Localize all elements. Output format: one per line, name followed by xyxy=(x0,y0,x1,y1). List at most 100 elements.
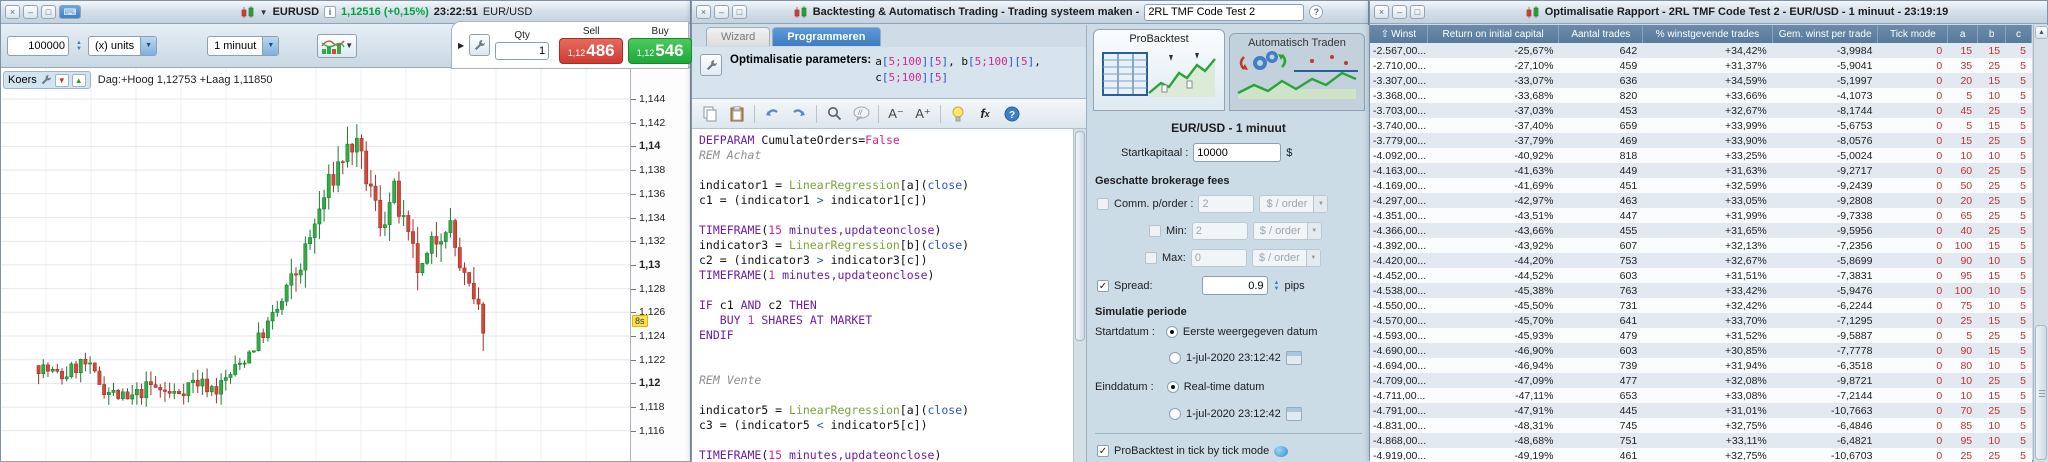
table-row[interactable]: -4.420,00... -44,20% 753 +32,67% -5,8699 0 90 1… xyxy=(1370,253,2032,268)
table-row[interactable]: -4.593,00... -45,93% 479 +31,52% -9,5887 0 5 25… xyxy=(1370,328,2032,343)
speech-bubble-icon[interactable] xyxy=(1274,445,1289,457)
minimize-icon[interactable]: – xyxy=(23,5,38,19)
column-header-return-on-initial-capital[interactable]: Return on initial capital xyxy=(1428,25,1560,43)
table-row[interactable]: -4.297,00... -42,97% 463 +33,05% -9,2808 0 20 2… xyxy=(1370,193,2032,208)
table-row[interactable]: -4.550,00... -45,50% 731 +32,42% -6,2244 0 75 1… xyxy=(1370,298,2032,313)
units-select[interactable]: (x) units ▼ xyxy=(87,35,158,56)
sell-arrow-icon[interactable]: ▼ xyxy=(54,73,69,87)
column-header-b[interactable]: b xyxy=(1978,25,2007,43)
copy-button[interactable] xyxy=(700,103,720,125)
max-unit-select[interactable]: $ / order ▼ xyxy=(1251,249,1321,267)
table-row[interactable]: -2.710,00... -27,10% 459 +31,37% -5,9041 0 35 2… xyxy=(1370,58,2032,73)
table-row[interactable]: -4.366,00... -43,66% 455 +31,65% -9,5956 0 40 2… xyxy=(1370,223,2032,238)
startdate-first-radio[interactable] xyxy=(1165,326,1178,338)
calendar-icon[interactable] xyxy=(1285,351,1302,365)
table-row[interactable]: -4.351,00... -43,51% 447 +31,99% -9,7338 0 65 2… xyxy=(1370,208,2032,223)
info-icon[interactable]: i xyxy=(324,6,337,18)
table-row[interactable]: -4.092,00... -40,92% 818 +33,25% -5,0024 0 10 1… xyxy=(1370,148,2032,163)
table-row[interactable]: -3.703,00... -37,03% 453 +32,67% -8,1744 0 45 2… xyxy=(1370,103,2032,118)
table-row[interactable]: -4.169,00... -41,69% 451 +32,59% -9,2439 0 50 2… xyxy=(1370,178,2032,193)
calendar-icon[interactable] xyxy=(1285,407,1302,421)
function-list-button[interactable]: fx xyxy=(975,103,995,125)
maximize-icon[interactable]: □ xyxy=(41,5,56,19)
qty-input[interactable] xyxy=(495,42,550,60)
table-row[interactable]: -4.831,00... -48,31% 745 +32,75% -6,4846 0 85 1… xyxy=(1370,418,2032,433)
tab-programmeren[interactable]: Programmeren xyxy=(772,27,881,46)
maximize-icon[interactable]: □ xyxy=(1410,5,1425,19)
close-icon[interactable]: × xyxy=(5,5,20,19)
code-scrollbar[interactable] xyxy=(1073,129,1086,462)
column-header-tick-mode[interactable]: Tick mode xyxy=(1878,25,1949,43)
system-name-input[interactable] xyxy=(1144,3,1305,21)
column-header-c[interactable]: c xyxy=(2006,25,2032,43)
chart-type-button[interactable]: ▼ xyxy=(317,33,358,58)
report-scrollbar[interactable]: ▲ xyxy=(2033,25,2048,462)
column-header-aantal-trades[interactable]: Aantal trades xyxy=(1559,25,1644,43)
table-row[interactable]: -4.868,00... -48,68% 751 +33,11% -6,4821 0 95 1… xyxy=(1370,433,2032,448)
table-row[interactable]: -4.694,00... -46,94% 739 +31,94% -6,3518 0 80 1… xyxy=(1370,358,2032,373)
min-checkbox[interactable] xyxy=(1149,225,1161,237)
wrench-icon[interactable] xyxy=(40,74,52,86)
table-row[interactable]: -4.538,00... -45,38% 763 +33,42% -5,9476 0 100… xyxy=(1370,283,2032,298)
max-checkbox[interactable] xyxy=(1145,252,1157,264)
code-editor[interactable]: DEFPARAM CumulateOrders=False REM Achat i… xyxy=(692,129,1073,462)
startkapitaal-input[interactable] xyxy=(1193,143,1282,162)
chart-area[interactable]: 1,144 1,142 1,14 1,138 1,136 1,134 1,132 1,13 1,… xyxy=(1,68,690,461)
table-row[interactable]: -4.570,00... -45,70% 641 +33,70% -7,1295 0 25 1… xyxy=(1370,313,2032,328)
collapse-arrow-icon[interactable]: ▶ xyxy=(458,41,464,50)
table-row[interactable]: -4.690,00... -46,90% 603 +30,85% -7,7778 0 90 1… xyxy=(1370,343,2032,358)
min-unit-select[interactable]: $ / order ▼ xyxy=(1252,222,1322,240)
redo-button[interactable] xyxy=(789,103,809,125)
spread-stepper[interactable]: ▲ ▼ xyxy=(1274,280,1280,292)
price-axis[interactable]: 1,144 1,142 1,14 1,138 1,136 1,134 1,132 1,13 1,… xyxy=(630,68,690,461)
comment-button[interactable]: // xyxy=(851,103,871,125)
quantity-input[interactable] xyxy=(7,35,69,56)
instrument-symbol[interactable]: EURUSD xyxy=(273,6,319,18)
min-input[interactable] xyxy=(1191,222,1248,240)
commission-checkbox[interactable] xyxy=(1097,198,1109,210)
column-header--winstgevende-trades[interactable]: % winstgevende trades xyxy=(1643,25,1773,43)
column-header-gem-winst-per-trade[interactable]: Gem. winst per trade xyxy=(1773,25,1879,43)
tab-probacktest[interactable]: ProBacktest xyxy=(1093,29,1225,111)
sell-button[interactable]: 1,12 486 xyxy=(559,38,624,64)
table-row[interactable]: -3.368,00... -33,68% 820 +33,66% -4,1073 0 5 10… xyxy=(1370,88,2032,103)
buy-arrow-icon[interactable]: ▲ xyxy=(71,73,86,87)
table-row[interactable]: -4.791,00... -47,91% 445 +31,01% -10,7663 0 70… xyxy=(1370,403,2032,418)
enddate-custom-radio[interactable] xyxy=(1169,408,1181,420)
help-button[interactable]: ? xyxy=(1002,103,1022,125)
close-icon[interactable]: × xyxy=(696,5,711,19)
report-table-header[interactable]: ⇧ Winst Return on initial capital Aantal tr… xyxy=(1370,25,2032,43)
table-row[interactable]: -2.567,00... -25,67% 642 +34,42% -3,9984 0 15 1… xyxy=(1370,43,2032,58)
search-button[interactable] xyxy=(824,103,844,125)
startdate-custom-radio[interactable] xyxy=(1169,352,1181,364)
commission-input[interactable] xyxy=(1198,195,1255,213)
max-input[interactable] xyxy=(1190,249,1247,267)
chevron-down-icon[interactable]: ▼ xyxy=(260,8,268,17)
quantity-stepper[interactable]: ▲ ▼ xyxy=(76,40,82,52)
table-row[interactable]: -4.452,00... -44,52% 603 +31,51% -7,3831 0 95 1… xyxy=(1370,268,2032,283)
tab-wizard[interactable]: Wizard xyxy=(706,27,771,46)
scrollbar-thumb[interactable] xyxy=(2035,325,2047,460)
maximize-icon[interactable]: □ xyxy=(732,5,747,19)
table-row[interactable]: -4.163,00... -41,63% 449 +31,63% -9,2717 0 60 2… xyxy=(1370,163,2032,178)
table-row[interactable]: -4.711,00... -47,11% 653 +33,08% -7,2144 0 10 1… xyxy=(1370,388,2032,403)
tab-automatisch-traden[interactable]: Automatisch Traden xyxy=(1229,33,1365,111)
keyboard-icon[interactable]: ⌨ xyxy=(59,5,81,19)
params-settings-button[interactable] xyxy=(700,54,722,76)
minimize-icon[interactable]: – xyxy=(1392,5,1407,19)
tick-mode-checkbox[interactable]: ✓ xyxy=(1097,445,1109,457)
hint-button[interactable] xyxy=(948,103,968,125)
spread-checkbox[interactable]: ✓ xyxy=(1097,279,1109,292)
font-smaller-button[interactable]: A⁻ xyxy=(886,103,906,125)
buy-button[interactable]: 1,12 546 xyxy=(628,38,693,64)
close-icon[interactable]: × xyxy=(1374,5,1389,19)
spread-input[interactable] xyxy=(1201,276,1268,295)
table-row[interactable]: -4.919,00... -49,19% 461 +32,75% -10,6703 0 25… xyxy=(1370,448,2032,462)
column-header-winst[interactable]: ⇧ Winst xyxy=(1370,25,1428,43)
table-row[interactable]: -3.740,00... -37,40% 659 +33,99% -5,6753 0 5 15… xyxy=(1370,118,2032,133)
table-row[interactable]: -3.307,00... -33,07% 636 +34,59% -5,1997 0 20 1… xyxy=(1370,73,2032,88)
table-row[interactable]: -4.709,00... -47,09% 477 +32,08% -9,8721 0 10 2… xyxy=(1370,373,2032,388)
enddate-realtime-radio[interactable] xyxy=(1166,381,1179,393)
undo-button[interactable] xyxy=(762,103,782,125)
table-row[interactable]: -4.392,00... -43,92% 607 +32,13% -7,2356 0 100… xyxy=(1370,238,2032,253)
